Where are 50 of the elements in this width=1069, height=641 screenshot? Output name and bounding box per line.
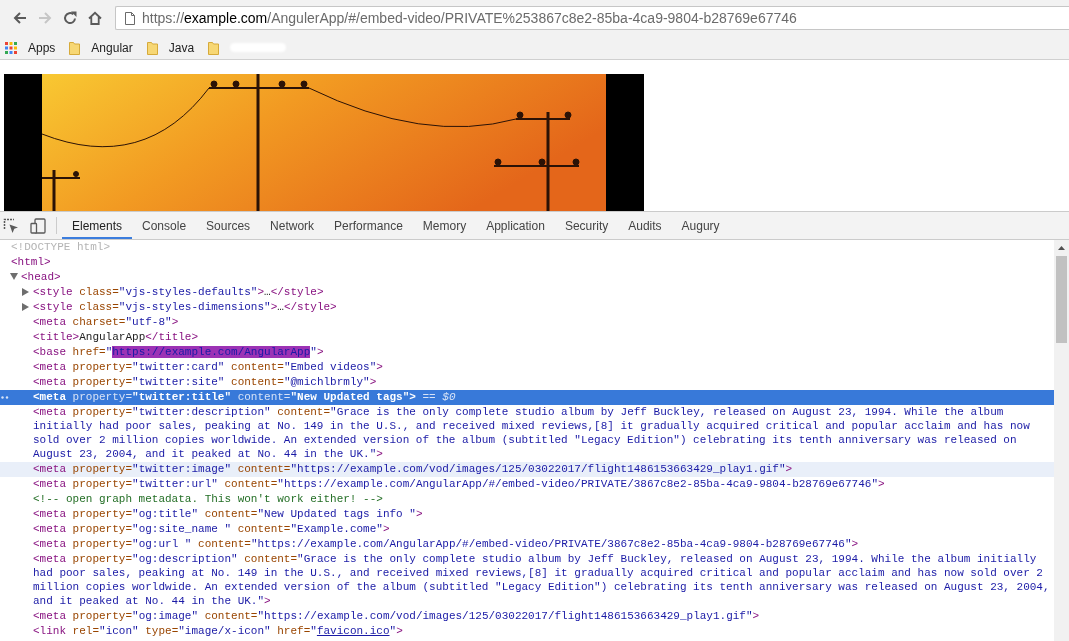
- scrollbar-track[interactable]: [1054, 240, 1069, 641]
- devtools-tab[interactable]: Sources: [196, 212, 261, 239]
- code-line[interactable]: <meta property="twitter:card" content="Embed videos">: [33, 360, 383, 374]
- code-line[interactable]: <meta property="twitter:url" content="https://example.com/AngularApp/#/embed-video/PRIVATE/3867c8e2-85ba-4ca9-9804-b28769e67746">: [33, 477, 885, 491]
- code-line[interactable]: <link rel="icon" type="image/x-icon" href="favicon.ico">: [33, 624, 403, 638]
- code-line[interactable]: <meta property="og:description" content="Grace is the only complete studio album by Jeff Buckley, released on August 23, 1994. While the album initially had poor sales, peaking at No. 149 in the U.S., and received mixed reviews,[8] it gradually acquired critical and popular acclaim and has now sold over 2 million copies worldwide. An extended version of the album (subtitled "Legacy Edition") celebrating its tenth anniversary was released on August 23, 2004, and it peaked at No. 44 in the UK.">: [33, 552, 1052, 608]
- code-line[interactable]: <!-- open graph metadata. This won't work either! -->: [33, 492, 383, 506]
- code-line[interactable]: <meta property="twitter:image" content="https://example.com/vod/images/125/03022017/flight1486153663429_play1.gif">: [33, 462, 793, 476]
- reload-icon[interactable]: [61, 10, 78, 26]
- more-dots-icon[interactable]: [1, 396, 9, 399]
- back-icon[interactable]: [11, 10, 28, 26]
- scrollbar-thumb[interactable]: [1056, 256, 1067, 343]
- bookmark-link[interactable]: Apps: [0, 37, 61, 58]
- code-line[interactable]: <meta property="og:title" content="New Updated tags info ">: [33, 507, 423, 521]
- inspect-icon[interactable]: [3, 217, 19, 234]
- code-line[interactable]: <style class="vjs-styles-defaults">…</style>: [33, 285, 324, 299]
- devtools-tab[interactable]: Network: [260, 212, 325, 239]
- devtools-tab[interactable]: Audits: [618, 212, 672, 239]
- code-line[interactable]: <html>: [11, 255, 51, 269]
- disclosure-triangle-icon[interactable]: [10, 273, 18, 280]
- code-line[interactable]: <meta property="twitter:title" content="New Updated tags"> == $0: [33, 390, 456, 404]
- code-line[interactable]: <meta charset="utf-8">: [33, 315, 179, 329]
- code-line[interactable]: <meta property="og:image" content="https://example.com/vod/images/125/03022017/flight1486153663429_play1.gif">: [33, 609, 760, 623]
- code-line[interactable]: <style class="vjs-styles-dimensions">…</style>: [33, 300, 337, 314]
- code-line[interactable]: <meta property="twitter:site" content="@michlbrmly">: [33, 375, 377, 389]
- device-icon[interactable]: [30, 217, 46, 234]
- disclosure-triangle-icon[interactable]: [22, 288, 29, 296]
- devtools-tab[interactable]: Security: [554, 212, 619, 239]
- devtools-tab[interactable]: Application: [476, 212, 555, 239]
- code-line[interactable]: <head>: [21, 270, 61, 284]
- address-field[interactable]: https://example.com/AngulerApp/#/embed-video/PRIVATE%253867c8e2-85ba-4ca9-9804-b28769e67746: [115, 6, 1069, 30]
- home-icon[interactable]: [86, 10, 103, 26]
- devtools-tab[interactable]: Elements: [62, 212, 133, 239]
- code-line[interactable]: <meta property="og:url " content="https://example.com/AngularApp/#/embed-video/PRIVATE/3867c8e2-85ba-4ca9-9804-b28769e67746">: [33, 537, 859, 551]
- code-line[interactable]: <title>AngularApp</title>: [33, 330, 199, 344]
- folder-icon: [146, 40, 158, 55]
- devtools-tab[interactable]: Performance: [324, 212, 413, 239]
- code-line[interactable]: <meta property="og:site_name " content="Example.come">: [33, 522, 390, 536]
- bookmark-link[interactable]: Angular: [64, 37, 138, 58]
- folder-icon: [69, 40, 81, 55]
- page-icon: [125, 11, 135, 25]
- devtools-tab[interactable]: Console: [132, 212, 197, 239]
- devtools-tab[interactable]: Augury: [671, 212, 730, 239]
- bookmark-link[interactable]: Java: [141, 37, 200, 58]
- disclosure-triangle-icon[interactable]: [22, 303, 29, 311]
- scroll-up-icon[interactable]: [1058, 245, 1065, 250]
- code-line[interactable]: <meta property="twitter:description" content="Grace is the only complete studio album by Jeff Buckley, released on August 23, 1994. While the album initially had poor sales, peaking at No. 149 in the U.S., and received mixed reviews,[8] it gradually acquired critical and popular acclaim and has now sold over 2 million copies worldwide. An extended version of the album (subtitled "Legacy Edition") celebrating its tenth anniversary was released on August 23, 2004, and it peaked at No. 44 in the UK.">: [33, 405, 1052, 461]
- devtools-tab[interactable]: Memory: [412, 212, 477, 239]
- apps-grid-icon: [5, 41, 17, 54]
- folder-icon: [208, 40, 220, 55]
